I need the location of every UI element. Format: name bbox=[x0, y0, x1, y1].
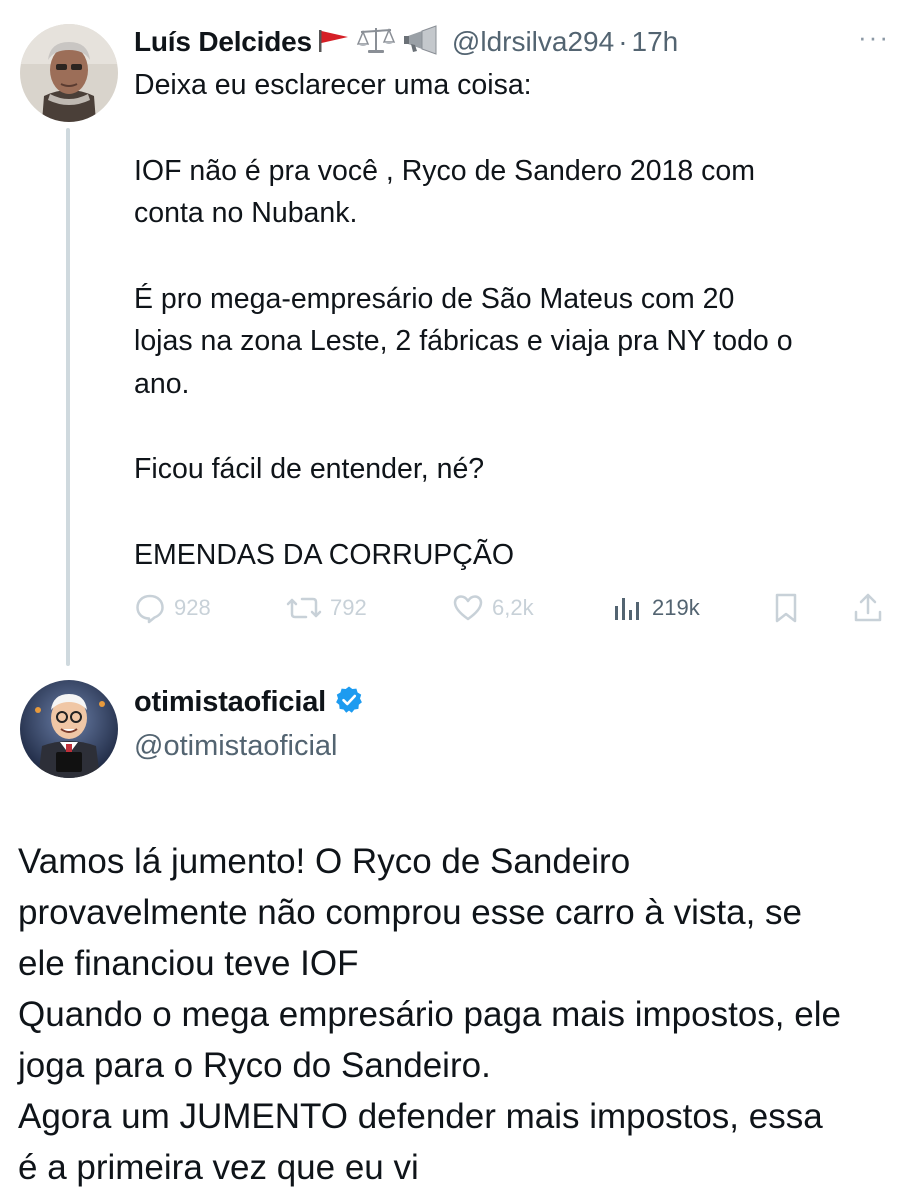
more-options-button[interactable]: ··· bbox=[858, 22, 890, 53]
share-icon bbox=[852, 592, 884, 624]
tweet2-line: Vamos lá jumento! O Ryco de Sandeiro bbox=[18, 842, 631, 881]
views-count: 219k bbox=[652, 595, 700, 620]
views-button[interactable]: 219k bbox=[612, 586, 700, 630]
avatar-otimistaoficial[interactable] bbox=[20, 680, 118, 778]
tweet1-text: Deixa eu esclarecer uma coisa: IOF não é… bbox=[134, 64, 894, 576]
tweet1-line: IOF não é pra você , Ryco de Sandero 201… bbox=[134, 154, 756, 187]
tweet1-author-name[interactable]: Luís Delcides bbox=[134, 26, 312, 58]
tweet1-handle[interactable]: @ldrsilva294 bbox=[452, 26, 614, 58]
balance-scale-icon bbox=[356, 25, 396, 60]
tweet1-line: lojas na zona Leste, 2 fábricas e viaja … bbox=[134, 325, 793, 357]
tweet2-line: ele financiou teve IOF bbox=[18, 944, 359, 983]
tweet2-line: provavelmente não comprou esse carro à v… bbox=[18, 893, 802, 932]
heart-icon bbox=[452, 592, 484, 624]
tweet2-header: otimistaoficial bbox=[134, 685, 364, 720]
tweet1-line: Deixa eu esclarecer uma coisa: bbox=[134, 69, 532, 101]
tweet1-line: EMENDAS DA CORRUPÇÃO bbox=[134, 538, 515, 571]
tweet1-line: conta no Nubank. bbox=[134, 197, 358, 229]
red-flag-icon bbox=[316, 26, 350, 59]
tweet1-blank-line bbox=[134, 235, 894, 278]
tweet1-blank-line bbox=[134, 107, 894, 150]
like-button[interactable]: 6,2k bbox=[452, 586, 534, 630]
tweet1-blank-line bbox=[134, 491, 894, 534]
tweet1-separator: · bbox=[618, 26, 628, 57]
tweet2-line: Agora um JUMENTO defender mais impostos,… bbox=[18, 1097, 823, 1136]
tweet2-text: Vamos lá jumento! O Ryco de Sandeiro pro… bbox=[18, 836, 898, 1193]
verified-badge-icon bbox=[334, 685, 364, 720]
tweet1-header: Luís Delcides @ldrsilva294 · 17h bbox=[134, 20, 678, 64]
tweet1-line: É pro mega-empresário de São Mateus com … bbox=[134, 282, 735, 315]
reply-button[interactable]: 928 bbox=[134, 586, 211, 630]
bookmark-button[interactable] bbox=[772, 586, 800, 630]
tweet1-line: Ficou fácil de entender, né? bbox=[134, 453, 485, 485]
tweet1-blank-line bbox=[134, 405, 894, 448]
repost-icon bbox=[286, 592, 322, 624]
reply-count: 928 bbox=[174, 595, 211, 620]
tweet2-line: Quando o mega empresário paga mais impos… bbox=[18, 995, 841, 1034]
tweet2-handle[interactable]: @otimistaoficial bbox=[134, 730, 338, 763]
tweet2-line: joga para o Ryco do Sandeiro. bbox=[18, 1046, 491, 1085]
share-button[interactable] bbox=[852, 586, 884, 630]
tweet1-line: ano. bbox=[134, 367, 190, 400]
megaphone-icon bbox=[402, 24, 442, 60]
tweet2-line: é a primeira vez que eu vi bbox=[18, 1148, 419, 1187]
tweet1-timestamp[interactable]: 17h bbox=[632, 26, 679, 58]
avatar-luis-delcides[interactable] bbox=[20, 24, 118, 122]
thread-connector-line bbox=[66, 128, 70, 666]
bookmark-icon bbox=[772, 592, 800, 624]
analytics-bars-icon bbox=[612, 592, 644, 624]
tweet1-name-emojis bbox=[316, 24, 442, 60]
repost-count: 792 bbox=[330, 595, 367, 620]
tweet1-action-bar: 928 792 6,2k 219k bbox=[134, 586, 886, 630]
tweet2-author-name[interactable]: otimistaoficial bbox=[134, 686, 326, 719]
reply-icon bbox=[134, 592, 166, 624]
repost-button[interactable]: 792 bbox=[286, 586, 367, 630]
like-count: 6,2k bbox=[492, 595, 534, 620]
